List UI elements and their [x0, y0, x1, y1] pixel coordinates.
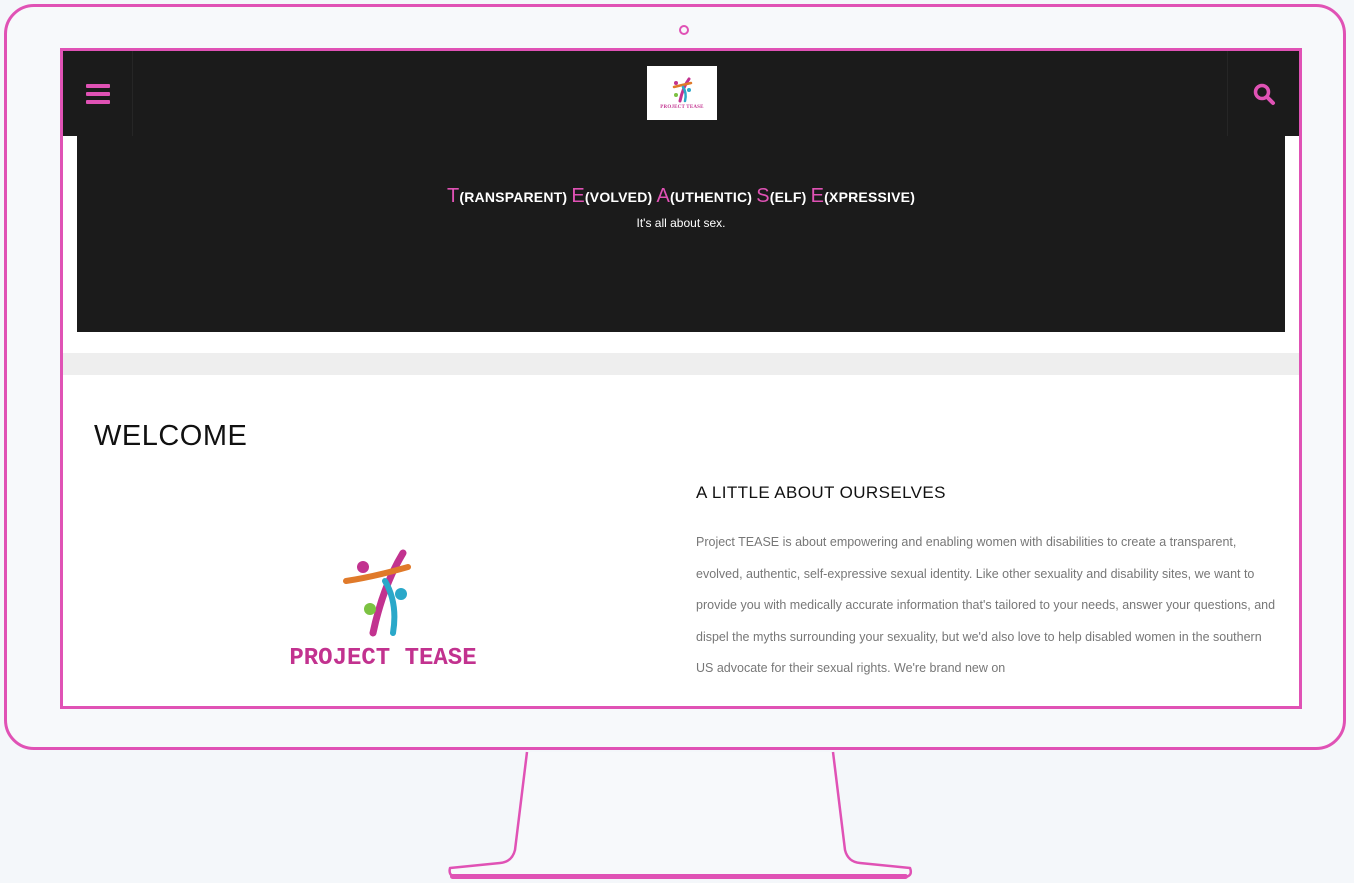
menu-button[interactable]	[63, 51, 133, 136]
browser-viewport: PROJECT TEASE T(RANSPARENT) E(VOLVED) A(…	[60, 48, 1302, 709]
hero-title-part: E(XPRESSIVE)	[810, 185, 916, 207]
section-divider	[63, 353, 1299, 375]
hero-title-part: E(VOLVED)	[571, 185, 653, 207]
search-button[interactable]	[1227, 51, 1299, 136]
search-icon	[1253, 83, 1275, 105]
hero-title-part: S(ELF)	[756, 185, 807, 207]
header-logo[interactable]: PROJECT TEASE	[647, 66, 717, 120]
hamburger-menu-icon	[85, 83, 110, 104]
hero-title-part: A(UTHENTIC)	[656, 185, 753, 207]
logo-text: PROJECT TEASE	[289, 645, 477, 672]
about-heading: A LITTLE ABOUT OURSELVES	[696, 483, 946, 502]
project-tease-logo-icon	[672, 77, 693, 102]
about-paragraph: Project TEASE is about empowering and en…	[696, 535, 1276, 675]
hero-subtitle: It's all about sex.	[636, 216, 726, 230]
hero-banner: T(RANSPARENT) E(VOLVED) A(UTHENTIC) S(EL…	[77, 136, 1285, 332]
project-tease-logo-icon	[343, 549, 411, 637]
hero-title-part: T(RANSPARENT)	[446, 185, 568, 207]
project-tease-logo: PROJECT TEASE	[258, 541, 508, 681]
header-logo-text: PROJECT TEASE	[660, 104, 704, 110]
hero-title: T(RANSPARENT) E(VOLVED) A(UTHENTIC) S(EL…	[77, 185, 1285, 208]
top-navigation-bar: PROJECT TEASE	[63, 51, 1299, 136]
welcome-heading: WELCOME	[94, 420, 248, 452]
